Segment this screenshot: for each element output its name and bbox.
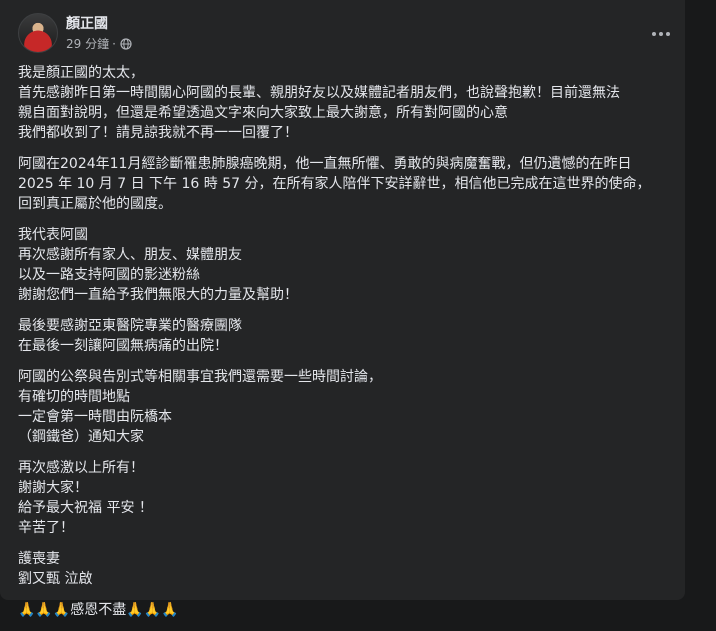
- post-paragraph: 阿國的公祭與告別式等相關事宜我們還需要一些時間討論， 有確切的時間地點一定會第一時…: [18, 367, 678, 447]
- post-text-line: 🙏🙏🙏感恩不盡🙏🙏🙏: [18, 602, 179, 618]
- post-text-line: 給予最大祝福 平安 ！: [18, 500, 153, 516]
- post-card: 顏正國 29 分鐘 · 我是顏正國的太太， 首先感謝昨日第一時間關心阿國的長輩、親…: [0, 0, 685, 618]
- post-body: 我是顏正國的太太， 首先感謝昨日第一時間關心阿國的長輩、親朋好友以及媒體記者朋友們…: [18, 63, 678, 631]
- post-text-line: 謝謝大家！: [18, 480, 88, 496]
- post-paragraph: 我是顏正國的太太， 首先感謝昨日第一時間關心阿國的長輩、親朋好友以及媒體記者朋友們…: [18, 63, 678, 143]
- post-text-line: 阿國的公祭與告別式等相關事宜我們還需要一些時間討論，: [18, 369, 382, 385]
- post-text-line: 親自面對說明，但還是希望透過文字來向大家致上最大謝意，所有對阿國的心意: [18, 105, 508, 121]
- post-paragraph: 再次感激以上所有！ 謝謝大家！ 給予最大祝福 平安 ！ 辛苦了！: [18, 458, 678, 538]
- post-text-line: 我是顏正國的太太，: [18, 65, 144, 81]
- post-paragraph: 阿國在2024年11月經診斷罹患肺腺癌晚期，他一直無所懼、勇敢的與病魔奮戰，但仍…: [18, 154, 678, 214]
- more-options-button[interactable]: [644, 17, 678, 51]
- post-text-line: 劉又甄 泣啟: [18, 571, 93, 587]
- post-text-line: 回到真正屬於他的國度。: [18, 196, 172, 212]
- post-text-line: 一定會第一時間由阮橋本: [18, 409, 172, 425]
- post-text-line: 我們都收到了！請見諒我就不再一一回覆了！: [18, 125, 298, 141]
- post-text-line: 在最後一刻讓阿國無病痛的出院！: [18, 338, 228, 354]
- post-paragraph: 我代表阿國再次感謝所有家人、朋友、媒體朋友 以及一路支持阿國的影迷粉絲謝謝您們一直…: [18, 225, 678, 305]
- post-text-line: 謝謝您們一直給予我們無限大的力量及幫助！: [18, 287, 298, 303]
- post-header: 顏正國 29 分鐘 ·: [18, 13, 678, 55]
- post-paragraph: 護喪妻 劉又甄 泣啟: [18, 549, 678, 589]
- post-text-line: 我代表阿國: [18, 227, 88, 243]
- meta-separator: ·: [112, 36, 116, 51]
- post-text-line: 最後要感謝亞東醫院專業的醫療團隊: [18, 318, 242, 334]
- post-text-line: 阿國在2024年11月經診斷罹患肺腺癌晚期，他一直無所懼、勇敢的與病魔奮戰，但仍…: [18, 156, 632, 172]
- post-text-line: 2025 年 10 月 7 日 下午 16 時 57 分，在所有家人陪伴下安詳辭…: [18, 176, 651, 192]
- globe-icon[interactable]: [120, 37, 132, 50]
- post-text-line: （鋼鐵爸）通知大家: [18, 429, 144, 445]
- post-text-line: 首先感謝昨日第一時間關心阿國的長輩、親朋好友以及媒體記者朋友們，也說聲抱歉！目前…: [18, 85, 620, 101]
- more-horizontal-icon: [652, 32, 656, 36]
- post-text-line: 護喪妻: [18, 551, 60, 567]
- post-text-line: 再次感謝所有家人、朋友、媒體朋友: [18, 247, 242, 263]
- post-text-line: 辛苦了！: [18, 520, 74, 536]
- post-text-line: 有確切的時間地點: [18, 389, 130, 405]
- post-text-line: 以及一路支持阿國的影迷粉絲: [18, 267, 200, 283]
- post-paragraph: 🙏🙏🙏感恩不盡🙏🙏🙏: [18, 600, 678, 620]
- post-meta: 29 分鐘 ·: [66, 35, 132, 52]
- post-time[interactable]: 29 分鐘: [66, 35, 109, 52]
- post-text-line: 再次感激以上所有！: [18, 460, 144, 476]
- avatar[interactable]: [18, 13, 58, 53]
- author-name[interactable]: 顏正國: [66, 13, 108, 33]
- post-paragraph: 最後要感謝亞東醫院專業的醫療團隊 在最後一刻讓阿國無病痛的出院！: [18, 316, 678, 356]
